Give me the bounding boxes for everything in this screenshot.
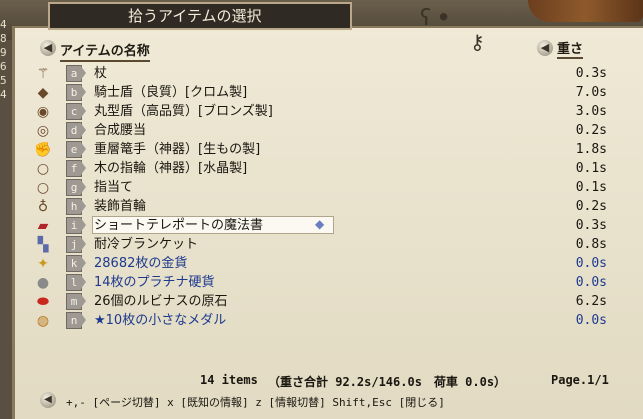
item-name: 耐冷ブランケット bbox=[94, 237, 199, 252]
ring-icon: ○ bbox=[36, 180, 50, 196]
item-name: 重層篭手（神器）[生もの製] bbox=[94, 142, 261, 157]
item-name: 指当て bbox=[94, 180, 134, 195]
item-row[interactable]: ◉ c 丸型盾（高品質）[ブロンズ製] 3.0s bbox=[30, 102, 613, 121]
item-weight: 0.2s bbox=[575, 199, 607, 214]
diamond-icon: ◆ bbox=[315, 217, 325, 231]
platinum-coin-icon: ● bbox=[36, 275, 50, 291]
item-weight: 0.0s bbox=[575, 256, 607, 271]
item-name: 28682枚の金貨 bbox=[94, 256, 188, 271]
item-row[interactable]: ○ g 指当て 0.1s bbox=[30, 178, 613, 197]
hooks-icon: ʕ ꔷ bbox=[420, 6, 449, 31]
item-weight: 0.8s bbox=[575, 237, 607, 252]
item-row[interactable]: ◎ d 合成腰当 0.2s bbox=[30, 121, 613, 140]
item-name: ★10枚の小さなメダル bbox=[94, 313, 227, 328]
staff-icon: ⚚ bbox=[36, 66, 50, 82]
item-weight: 7.0s bbox=[575, 85, 607, 100]
items-count: 14 items bbox=[200, 373, 258, 387]
gauntlet-icon: ✊ bbox=[34, 142, 52, 158]
item-name: 木の指輪（神器）[水晶製] bbox=[94, 161, 248, 176]
item-row[interactable]: ✊ e 重層篭手（神器）[生もの製] 1.8s bbox=[30, 140, 613, 159]
medal-icon: ◍ bbox=[36, 313, 50, 329]
help-icon: ◀ bbox=[40, 392, 56, 408]
item-weight: 0.2s bbox=[575, 123, 607, 138]
item-row[interactable]: ▚ j 耐冷ブランケット 0.8s bbox=[30, 235, 613, 254]
item-name: 14枚のプラチナ硬貨 bbox=[94, 275, 215, 290]
blanket-icon: ▚ bbox=[37, 237, 49, 253]
item-name: 騎士盾（良質）[クロム製] bbox=[94, 85, 248, 100]
item-weight: 1.8s bbox=[575, 142, 607, 157]
item-row[interactable]: ♁ h 装飾首輪 0.2s bbox=[30, 197, 613, 216]
item-weight: 0.3s bbox=[575, 66, 607, 81]
ring-icon: ○ bbox=[36, 161, 50, 177]
item-weight: 6.2s bbox=[575, 294, 607, 309]
item-row[interactable]: ○ f 木の指輪（神器）[水晶製] 0.1s bbox=[30, 159, 613, 178]
item-weight: 0.0s bbox=[575, 313, 607, 328]
weight-total: （重さ合計 92.2s/146.0s 荷車 0.0s） bbox=[268, 375, 507, 389]
window-title: 拾うアイテムの選択 bbox=[48, 2, 352, 30]
column-header-name[interactable]: アイテムの名称 bbox=[60, 40, 150, 62]
item-weight: 0.1s bbox=[575, 180, 607, 195]
item-name: ショートテレポートの魔法書 bbox=[94, 218, 264, 233]
item-weight: 3.0s bbox=[575, 104, 607, 119]
sort-weight-icon[interactable]: ◀ bbox=[537, 40, 553, 56]
item-name: 合成腰当 bbox=[94, 123, 147, 138]
keys-icon: ⚷ bbox=[470, 30, 485, 54]
key-help: +,- [ページ切替] x [既知の情報] z [情報切替] Shift,Esc… bbox=[66, 396, 445, 409]
necklace-icon: ♁ bbox=[37, 199, 49, 215]
item-weight: 0.1s bbox=[575, 161, 607, 176]
belt-decoration-icon bbox=[528, 0, 643, 22]
item-name: 丸型盾（高品質）[ブロンズ製] bbox=[94, 104, 273, 119]
item-name: 杖 bbox=[94, 66, 108, 81]
gold-coin-icon: ✦ bbox=[37, 256, 49, 272]
item-row[interactable]: ⚚ a 杖 0.3s bbox=[30, 64, 613, 83]
item-weight: 0.3s bbox=[575, 218, 607, 233]
shield-icon: ◆ bbox=[37, 85, 49, 101]
column-header-weight[interactable]: 重さ bbox=[557, 38, 584, 59]
item-weight: 0.0s bbox=[575, 275, 607, 290]
belt-icon: ◎ bbox=[36, 123, 50, 139]
round-shield-icon: ◉ bbox=[36, 104, 50, 120]
item-row[interactable]: ◍ n ★10枚の小さなメダル 0.0s bbox=[30, 311, 613, 330]
sort-name-icon[interactable]: ◀ bbox=[40, 40, 56, 56]
item-row-selected[interactable]: ▰ i ショートテレポートの魔法書 ◆ 0.3s bbox=[30, 216, 613, 235]
item-row[interactable]: ⬬ m 26個のルビナスの原石 6.2s bbox=[30, 292, 613, 311]
spellbook-icon: ▰ bbox=[37, 218, 49, 234]
item-row[interactable]: ◆ b 騎士盾（良質）[クロム製] 7.0s bbox=[30, 83, 613, 102]
item-row[interactable]: ● l 14枚のプラチナ硬貨 0.0s bbox=[30, 273, 613, 292]
page-indicator: Page.1/1 bbox=[551, 373, 609, 387]
item-name: 26個のルビナスの原石 bbox=[94, 294, 228, 309]
item-name: 装飾首輪 bbox=[94, 199, 147, 214]
ore-icon: ⬬ bbox=[37, 294, 49, 310]
item-row[interactable]: ✦ k 28682枚の金貨 0.0s bbox=[30, 254, 613, 273]
